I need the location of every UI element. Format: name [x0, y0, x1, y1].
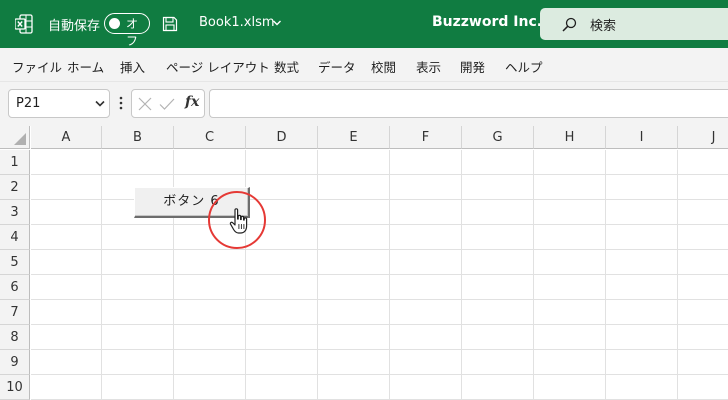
- toggle-knob: [109, 17, 120, 29]
- select-all-triangle-icon: [14, 133, 26, 145]
- excel-logo-icon[interactable]: [15, 14, 33, 34]
- name-box[interactable]: P21: [8, 89, 110, 118]
- select-all-corner[interactable]: [0, 126, 30, 149]
- row-header-10[interactable]: 10: [0, 375, 30, 400]
- chevron-down-icon[interactable]: [272, 18, 282, 28]
- column-header-a[interactable]: A: [31, 126, 102, 149]
- column-header-b[interactable]: B: [102, 126, 174, 149]
- column-header-i[interactable]: I: [606, 126, 678, 149]
- worksheet-grid[interactable]: A B C D E F G H I J 1 2 3 4 5 6 7 8 9 10…: [0, 126, 728, 400]
- more-options-icon[interactable]: [119, 96, 123, 110]
- menu-page-layout[interactable]: ページ レイアウト: [166, 57, 270, 76]
- autosave-state-label: オフ: [126, 17, 139, 48]
- gridline-vertical: [389, 150, 390, 400]
- column-header-c[interactable]: C: [174, 126, 246, 149]
- file-name[interactable]: Book1.xlsm: [199, 15, 275, 30]
- menu-data[interactable]: データ: [318, 57, 356, 76]
- gridline-vertical: [677, 150, 678, 400]
- menu-insert[interactable]: 挿入: [120, 57, 145, 76]
- search-placeholder: 検索: [590, 19, 617, 34]
- account-name[interactable]: Buzzword Inc.: [432, 14, 542, 30]
- column-header-g[interactable]: G: [462, 126, 534, 149]
- column-header-j[interactable]: J: [678, 126, 728, 149]
- search-icon: [562, 17, 577, 32]
- autosave-label: 自動保存: [48, 19, 101, 34]
- save-icon[interactable]: [162, 16, 178, 32]
- menu-home[interactable]: ホーム: [67, 57, 104, 76]
- row-header-7[interactable]: 7: [0, 300, 30, 325]
- gridline-horizontal: [31, 274, 728, 275]
- gridline-horizontal: [31, 349, 728, 350]
- formula-buttons: fx: [131, 89, 205, 118]
- formula-input[interactable]: [209, 89, 728, 118]
- menu-file[interactable]: ファイル: [12, 57, 62, 76]
- chevron-down-icon[interactable]: [95, 100, 105, 108]
- gridline-vertical: [605, 150, 606, 400]
- row-header-5[interactable]: 5: [0, 250, 30, 275]
- hand-cursor-icon: [229, 208, 248, 234]
- menu-view[interactable]: 表示: [416, 57, 441, 76]
- column-header-f[interactable]: F: [390, 126, 462, 149]
- gridline-horizontal: [31, 174, 728, 175]
- cancel-icon[interactable]: [138, 97, 152, 111]
- column-header-d[interactable]: D: [246, 126, 318, 149]
- row-header-3[interactable]: 3: [0, 200, 30, 225]
- menu-developer[interactable]: 開発: [460, 57, 485, 76]
- gridline-vertical: [101, 150, 102, 400]
- insert-function-icon[interactable]: fx: [185, 94, 199, 110]
- row-header-2[interactable]: 2: [0, 175, 30, 200]
- row-header-1[interactable]: 1: [0, 150, 30, 175]
- row-header-9[interactable]: 9: [0, 350, 30, 375]
- column-header-h[interactable]: H: [534, 126, 606, 149]
- gridline-horizontal: [31, 249, 728, 250]
- gridline-vertical: [533, 150, 534, 400]
- check-icon[interactable]: [159, 97, 175, 111]
- gridline-horizontal: [31, 299, 728, 300]
- gridline-horizontal: [31, 224, 728, 225]
- row-header-4[interactable]: 4: [0, 225, 30, 250]
- menu-formulas[interactable]: 数式: [274, 57, 299, 76]
- gridline-vertical: [461, 150, 462, 400]
- gridline-horizontal: [31, 324, 728, 325]
- formula-bar: P21 fx: [0, 82, 728, 126]
- ribbon-menu-bar: ファイル ホーム 挿入 ページ レイアウト 数式 データ 校閲 表示 開発 ヘル…: [0, 48, 728, 82]
- menu-help[interactable]: ヘルプ: [505, 57, 543, 76]
- menu-review[interactable]: 校閲: [371, 57, 396, 76]
- column-header-e[interactable]: E: [318, 126, 390, 149]
- gridline-vertical: [317, 150, 318, 400]
- row-header-6[interactable]: 6: [0, 275, 30, 300]
- gridline-horizontal: [31, 374, 728, 375]
- search-box[interactable]: 検索: [540, 8, 728, 40]
- name-box-value: P21: [16, 96, 41, 111]
- row-header-8[interactable]: 8: [0, 325, 30, 350]
- autosave-toggle[interactable]: オフ: [104, 13, 150, 48]
- title-bar: 自動保存 オフ Book1.xlsm Buzzword Inc. 検索: [0, 0, 728, 48]
